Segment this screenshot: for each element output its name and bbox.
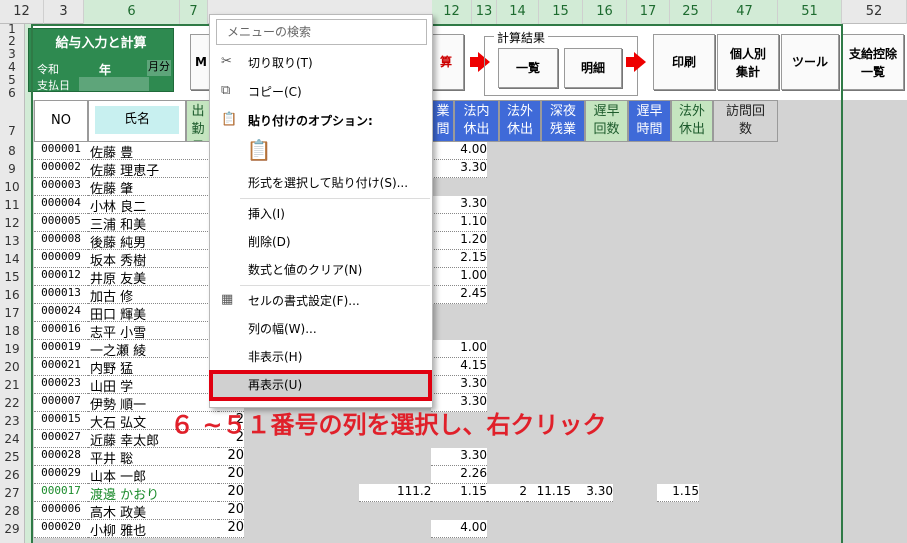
column-header-13[interactable]: 13 [472, 0, 497, 24]
row-header[interactable]: 10 [0, 178, 24, 196]
instruction-caption: ６ ~５１番号の列を選択し、右クリック [170, 411, 607, 439]
menu-item-cut[interactable]: 切り取り(T) [210, 51, 432, 75]
column-header-7[interactable]: 7 [180, 0, 208, 24]
column-header-16[interactable]: 16 [583, 0, 627, 24]
row-header[interactable]: 7 [0, 122, 24, 140]
column-header-12b[interactable]: 12 [432, 0, 472, 24]
menu-item-delete[interactable]: 削除(D) [210, 230, 432, 254]
column-header-25[interactable]: 25 [670, 0, 712, 24]
row-header[interactable]: 23 [0, 412, 24, 430]
row-header[interactable]: 11 [0, 196, 24, 214]
row-header[interactable]: 8 [0, 142, 24, 160]
column-header-52[interactable]: 52 [842, 0, 907, 24]
row-header[interactable]: 26 [0, 466, 24, 484]
row-header-bar: 1 2 3 4 5 6 7 8 9 10 11 12 13 14 15 16 17 18 19 20 21… [0, 23, 25, 543]
menu-item-copy[interactable]: コピー(C) [210, 80, 432, 104]
row-header[interactable]: 28 [0, 502, 24, 520]
row-header[interactable]: 25 [0, 448, 24, 466]
row-header[interactable]: 6 [0, 87, 24, 100]
column-header-bar: 12 3 6 7 12 13 14 15 16 17 25 47 51 52 [0, 0, 907, 24]
column-header-51[interactable]: 51 [778, 0, 842, 24]
column-header-47[interactable]: 47 [712, 0, 778, 24]
menu-separator [240, 198, 430, 199]
row-header[interactable]: 17 [0, 304, 24, 322]
row-header[interactable]: 22 [0, 394, 24, 412]
menu-search-input[interactable]: メニューの検索 [216, 19, 427, 45]
column-header-14[interactable]: 14 [497, 0, 539, 24]
row-header[interactable]: 27 [0, 484, 24, 502]
column-header-12[interactable]: 12 [0, 0, 44, 24]
menu-separator [240, 285, 430, 286]
menu-item-format-cells[interactable]: セルの書式設定(F)... [210, 289, 432, 313]
column-header-6[interactable]: 6 [84, 0, 180, 24]
column-header-17[interactable]: 17 [627, 0, 670, 24]
menu-item-clear[interactable]: 数式と値のクリア(N) [210, 258, 432, 282]
row-header[interactable]: 19 [0, 340, 24, 358]
menu-item-hide[interactable]: 非表示(H) [210, 345, 432, 369]
selection-frame [31, 24, 843, 543]
highlight-box [209, 370, 432, 401]
row-header[interactable]: 9 [0, 160, 24, 178]
column-header-15[interactable]: 15 [539, 0, 583, 24]
paste-icon[interactable]: 📋 [246, 137, 272, 163]
row-header[interactable]: 16 [0, 286, 24, 304]
row-header[interactable]: 21 [0, 376, 24, 394]
row-header[interactable]: 12 [0, 214, 24, 232]
menu-item-paste-special[interactable]: 形式を選択して貼り付け(S)... [210, 171, 432, 195]
menu-paste-options-label: 貼り付けのオプション: [248, 114, 373, 128]
deduction-list-button[interactable]: 支給控除 一覧 [842, 34, 904, 90]
row-header[interactable]: 20 [0, 358, 24, 376]
column-header-3[interactable]: 3 [44, 0, 84, 24]
row-header[interactable]: 18 [0, 322, 24, 340]
row-header[interactable]: 13 [0, 232, 24, 250]
row-header[interactable]: 24 [0, 430, 24, 448]
row-header[interactable]: 29 [0, 520, 24, 538]
menu-item-insert[interactable]: 挿入(I) [210, 202, 432, 226]
row-header[interactable]: 14 [0, 250, 24, 268]
menu-item-column-width[interactable]: 列の幅(W)... [210, 317, 432, 341]
row-header[interactable]: 15 [0, 268, 24, 286]
